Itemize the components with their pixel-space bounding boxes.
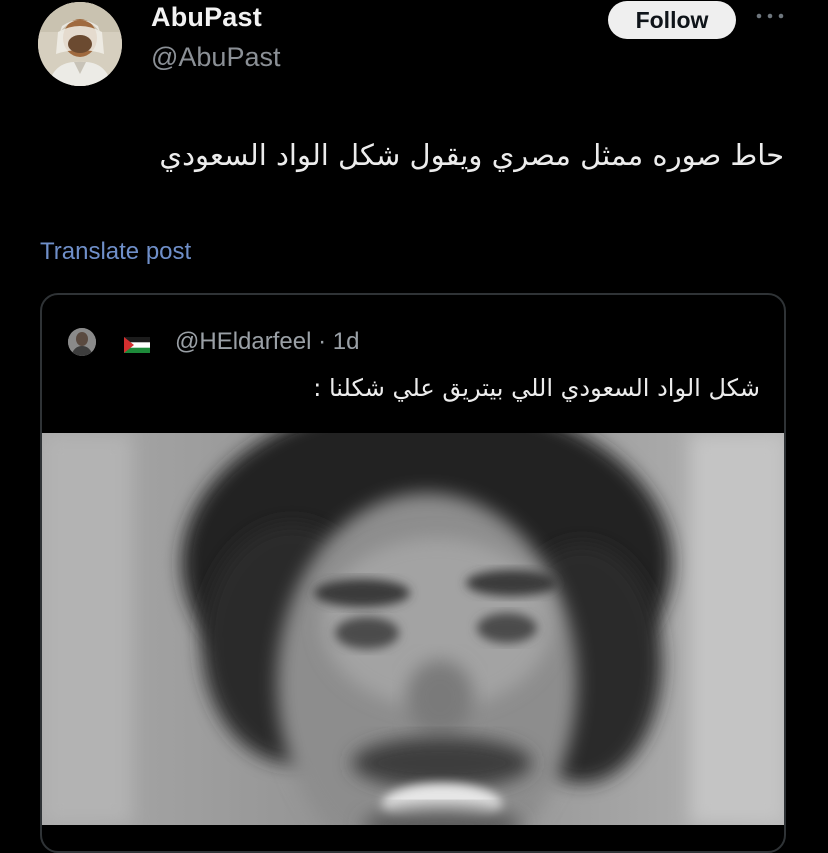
avatar-image xyxy=(38,2,122,86)
blurred-face-photo xyxy=(42,433,784,825)
author-avatar[interactable] xyxy=(38,2,122,86)
follow-button[interactable]: Follow xyxy=(608,1,736,39)
translate-post-link[interactable]: Translate post xyxy=(40,238,191,266)
quoted-tweet[interactable]: @HEldarfeel · 1d شكل الواد السعودي اللي … xyxy=(40,293,786,853)
author-handle[interactable]: @AbuPast xyxy=(151,42,280,73)
quoted-author-avatar[interactable] xyxy=(68,328,96,356)
quoted-media-image[interactable] xyxy=(42,433,784,825)
palestine-flag-icon xyxy=(124,337,150,353)
quoted-handle-line[interactable]: @HEldarfeel · 1d xyxy=(175,328,359,356)
quoted-avatar-image xyxy=(68,328,96,356)
more-icon[interactable] xyxy=(754,8,786,24)
author-display-name[interactable]: AbuPast xyxy=(151,2,262,33)
tweet-text: حاط صوره ممثل مصري ويقول شكل الواد السعو… xyxy=(159,138,784,172)
quoted-tweet-text: شكل الواد السعودي اللي بيتريق علي شكلنا … xyxy=(313,374,760,402)
